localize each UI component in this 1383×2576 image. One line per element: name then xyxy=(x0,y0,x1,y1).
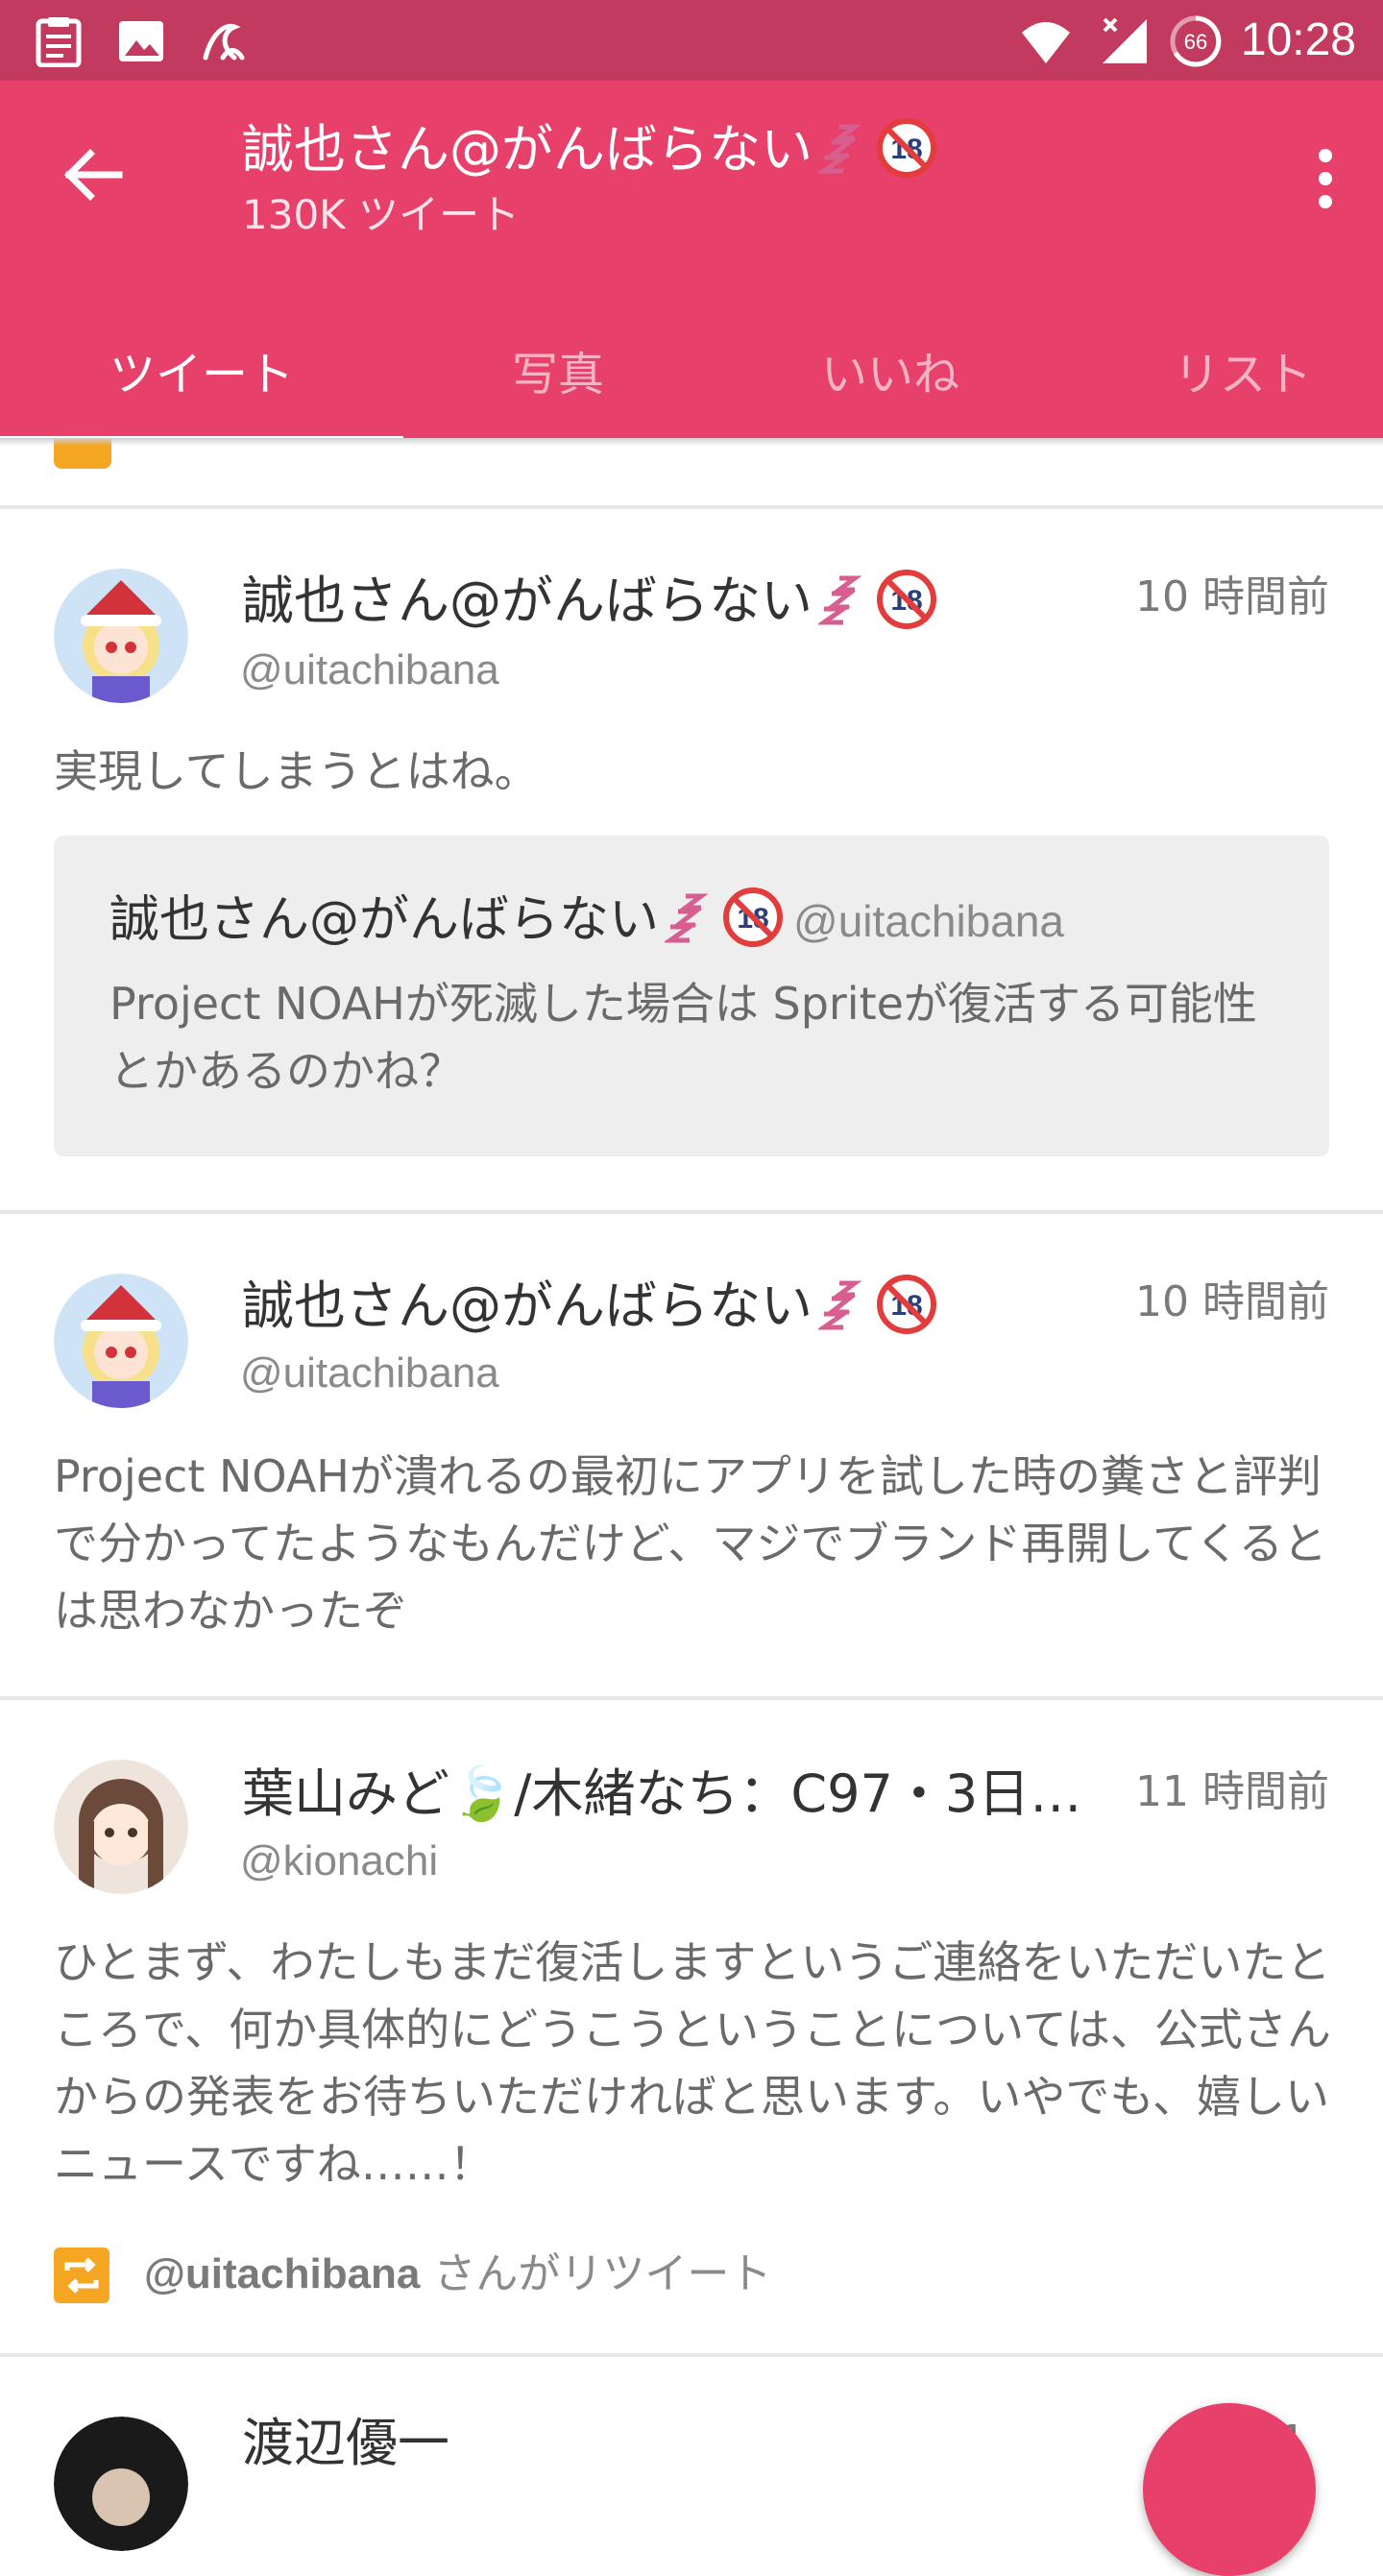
tab-tweets[interactable]: ツイート xyxy=(0,311,403,438)
scrolled-retweet-row xyxy=(0,438,1383,507)
author-name: 誠也さん@がんばらない xyxy=(242,571,813,631)
avatar[interactable] xyxy=(54,1274,188,1408)
battery-icon: 66 xyxy=(1170,15,1222,67)
tab-likes[interactable]: いいね xyxy=(713,311,1068,438)
quoted-author: 誠也さん@がんばらない 18 @uitachibana xyxy=(109,884,1064,958)
divider xyxy=(0,1210,1383,1214)
quoted-text: Project NOAHが死滅した場合は Spriteが復活する可能性とかあるの… xyxy=(109,978,1257,1097)
avatar[interactable] xyxy=(54,1760,188,1894)
no-under-18-icon: 18 xyxy=(877,570,936,629)
back-arrow-icon[interactable] xyxy=(58,138,131,211)
quoted-tweet[interactable]: 誠也さん@がんばらない 18 @uitachibana Project NOAH… xyxy=(54,836,1329,1156)
quoted-author-name: 誠也さん@がんばらない xyxy=(109,891,660,949)
zzz-emoji-icon xyxy=(818,575,862,625)
tweet-timestamp: 10 時間前 xyxy=(1135,572,1329,621)
page-title-text: 誠也さん@がんばらない xyxy=(242,119,813,180)
tweet-text: 実現してしまうとはね。 xyxy=(54,745,539,797)
avatar[interactable] xyxy=(54,2417,188,2551)
tweet-handle[interactable]: @uitachibana xyxy=(240,1345,499,1402)
profile-app-bar: 誠也さん@がんばらない 18 130K ツイート ツイート 写真 いいね リスト xyxy=(0,81,1383,444)
clock: 10:28 xyxy=(1240,14,1356,65)
svg-text:66: 66 xyxy=(1184,30,1207,54)
retweet-label: @uitachibana さんがリツイート xyxy=(144,2244,771,2305)
tweet-handle[interactable]: @kionachi xyxy=(240,1833,438,1890)
quoted-handle: @uitachibana xyxy=(793,896,1065,946)
no-under-18-icon: 18 xyxy=(877,1275,936,1334)
zzz-emoji-icon xyxy=(818,1280,862,1330)
wifi-icon xyxy=(1022,22,1070,63)
retweeter-handle[interactable]: @uitachibana xyxy=(144,2250,420,2297)
profile-tabs: ツイート 写真 いいね リスト xyxy=(0,311,1383,438)
retweet-suffix: さんがリツイート xyxy=(420,2249,772,2298)
image-icon xyxy=(119,21,163,61)
tweet-timestamp: 11 時間前 xyxy=(1135,1767,1329,1816)
tweet-author: 誠也さん@がんばらない 18 xyxy=(242,1270,937,1343)
divider xyxy=(0,505,1383,509)
zzz-emoji-icon xyxy=(818,124,862,174)
tweet-author: 葉山みど🍃/木緒なち：C97・3日… xyxy=(242,1763,1082,1824)
page-title: 誠也さん@がんばらない 18 xyxy=(242,111,937,188)
tweet-handle[interactable]: @uitachibana xyxy=(240,642,499,699)
more-options-icon[interactable] xyxy=(1297,142,1354,215)
divider xyxy=(0,2353,1383,2357)
tweet-author: 渡辺優一 xyxy=(242,2413,449,2473)
tweet-timestamp: 10 時間前 xyxy=(1135,1277,1329,1326)
app-bar-shadow xyxy=(0,438,1383,446)
compose-tweet-button[interactable] xyxy=(1143,2403,1316,2576)
tweet-text: Project NOAHが潰れるの最初にアプリを試した時の糞さと評判で分かってた… xyxy=(54,1450,1327,1637)
zzz-emoji-icon xyxy=(665,893,709,943)
tweet-author: 誠也さん@がんばらない 18 xyxy=(242,565,937,638)
status-bar: 66 10:28 xyxy=(0,0,1383,81)
no-under-18-icon: 18 xyxy=(877,118,936,178)
tweet-text: ひとまず、わたしもまだ復活しますというご連絡をいただいたところで、何か具体的にど… xyxy=(54,1936,1331,2190)
clipboard-icon xyxy=(36,17,82,67)
no-under-18-icon: 18 xyxy=(723,887,784,947)
app-notification-icon xyxy=(203,23,245,61)
tweet-count: 130K ツイート xyxy=(242,191,521,238)
author-name: 誠也さん@がんばらない xyxy=(242,1276,813,1336)
signal-icon xyxy=(1103,17,1147,63)
tab-photos[interactable]: 写真 xyxy=(403,311,713,438)
divider xyxy=(0,1696,1383,1700)
retweet-icon xyxy=(54,2248,109,2303)
tab-lists[interactable]: リスト xyxy=(1068,311,1383,438)
avatar[interactable] xyxy=(54,569,188,703)
